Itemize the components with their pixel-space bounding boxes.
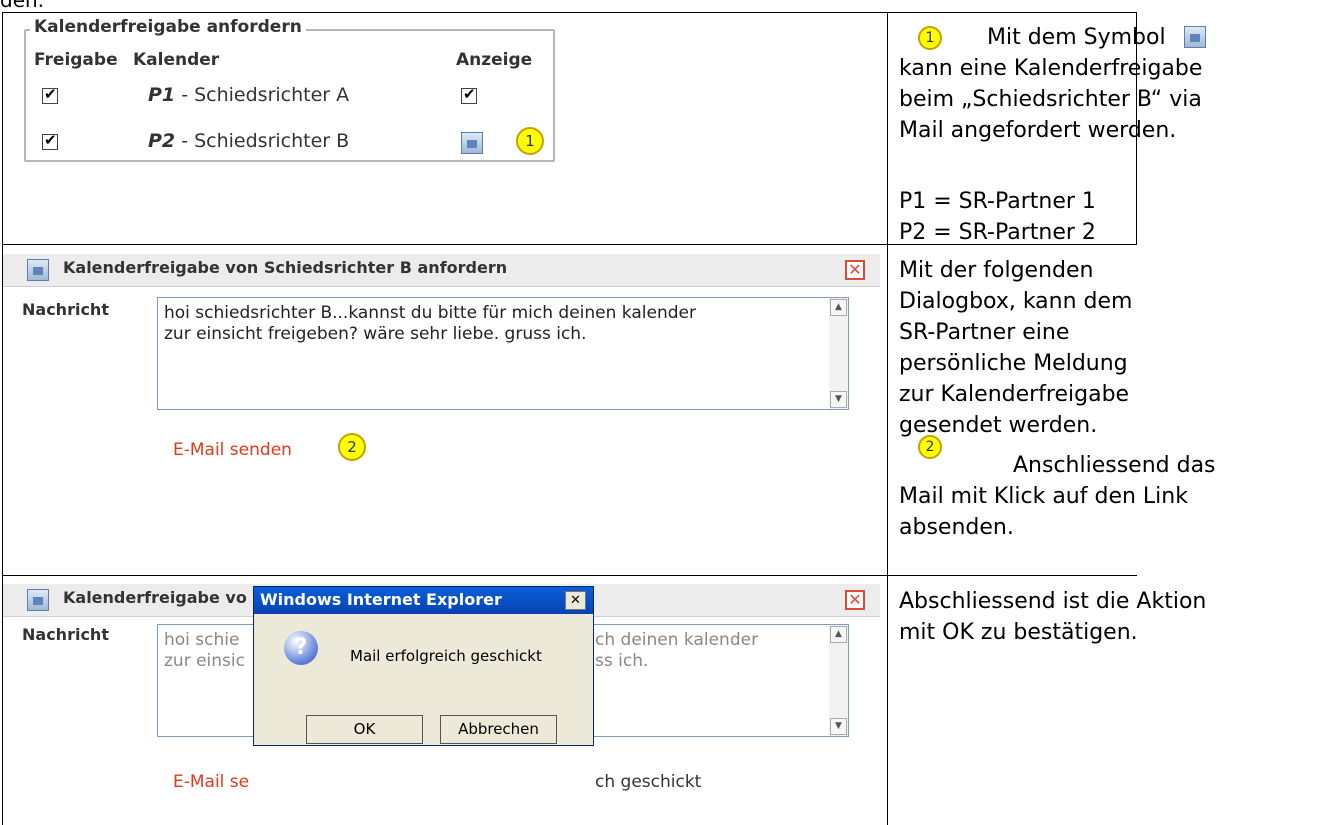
dialog-icon [27, 259, 49, 281]
callout-badge: 2 [338, 433, 366, 461]
partner-row-p1: P1 - Schiedsrichter A [148, 84, 349, 106]
ie-message-box: Windows Internet Explorer ✕ ? Mail erfol… [253, 586, 594, 746]
send-email-link[interactable]: E-Mail senden [173, 440, 292, 460]
close-icon[interactable]: ✕ [845, 590, 865, 610]
anzeige-checkbox-p1[interactable] [461, 85, 477, 104]
message-box-title: Windows Internet Explorer [260, 590, 502, 609]
freigabe-checkbox-p2[interactable] [42, 131, 58, 150]
desc-line: mit OK zu bestätigen. [899, 620, 1138, 645]
send-email-link[interactable]: E-Mail se [173, 772, 249, 792]
dialog-titlebar: Kalenderfreigabe von Schiedsrichter B an… [3, 254, 880, 287]
scroll-down-icon[interactable]: ▼ [830, 718, 847, 735]
callout-badge: 1 [918, 26, 942, 50]
dialog-title: Kalenderfreigabe von Schiedsrichter B an… [63, 258, 508, 277]
question-icon: ? [284, 631, 318, 665]
status-text: ch geschickt [595, 772, 702, 792]
table-border-top [2, 12, 1137, 13]
desc-line: Mail angefordert werden. [899, 118, 1177, 143]
desc-line: Mail mit Klick auf den Link [899, 484, 1188, 509]
top-text-fragment: den. [0, 0, 45, 12]
desc-line: Mit dem Symbol [987, 25, 1166, 50]
desc-line: P1 = SR-Partner 1 [899, 189, 1096, 214]
close-icon[interactable]: ✕ [565, 591, 586, 610]
table-row-divider-2 [2, 575, 1137, 576]
panel-legend: Kalenderfreigabe anfordern [30, 17, 306, 37]
request-share-icon[interactable] [461, 132, 483, 154]
desc-line: P2 = SR-Partner 2 [899, 220, 1096, 245]
dialog-icon [27, 589, 49, 611]
scroll-down-icon[interactable]: ▼ [830, 391, 847, 408]
table-border-left [2, 12, 3, 825]
desc-line: kann eine Kalenderfreigabe [899, 56, 1203, 81]
partner-row-p2: P2 - Schiedsrichter B [148, 130, 349, 152]
desc-paragraph: Mit der folgenden Dialogbox, kann dem SR… [899, 258, 1133, 438]
desc-line: beim „Schiedsrichter B“ via [899, 87, 1202, 112]
cancel-button[interactable]: Abbrechen [440, 715, 557, 744]
callout-badge: 2 [918, 435, 942, 459]
message-label: Nachricht [22, 300, 109, 319]
scroll-up-icon[interactable]: ▲ [830, 299, 847, 316]
message-text: hoi schiedsrichter B...kannst du bitte f… [164, 303, 696, 344]
message-box-titlebar: Windows Internet Explorer [254, 587, 593, 614]
column-header-anzeige: Anzeige [456, 50, 533, 70]
partner-name: - Schiedsrichter A [175, 84, 350, 106]
desc-line: absenden. [899, 515, 1014, 540]
textarea-scrollbar[interactable]: ▲ ▼ [829, 625, 848, 736]
partner-code: P1 [148, 84, 176, 106]
desc-line: Anschliessend das [1013, 453, 1216, 478]
partner-name: - Schiedsrichter B [175, 130, 350, 152]
column-header-freigabe: Freigabe [34, 50, 118, 70]
message-box-text: Mail erfolgreich geschickt [350, 647, 542, 665]
textarea-scrollbar[interactable]: ▲ ▼ [829, 298, 848, 409]
desc-line: Abschliessend ist die Aktion [899, 589, 1207, 614]
close-icon[interactable]: ✕ [845, 260, 865, 280]
scroll-up-icon[interactable]: ▲ [830, 626, 847, 643]
message-text-left: hoi schie zur einsic [164, 630, 245, 671]
message-label: Nachricht [22, 625, 109, 644]
request-share-icon [1184, 26, 1206, 48]
ok-button[interactable]: OK [306, 715, 423, 744]
callout-badge: 1 [516, 127, 544, 155]
table-col-divider [887, 12, 888, 825]
freigabe-checkbox-p1[interactable] [42, 85, 58, 104]
dialog-title: Kalenderfreigabe vo [63, 588, 247, 607]
message-textarea[interactable]: hoi schiedsrichter B...kannst du bitte f… [157, 297, 849, 410]
partner-code: P2 [148, 130, 176, 152]
column-header-kalender: Kalender [133, 50, 220, 70]
message-text-right: ch deinen kalender ss ich. [595, 630, 759, 671]
